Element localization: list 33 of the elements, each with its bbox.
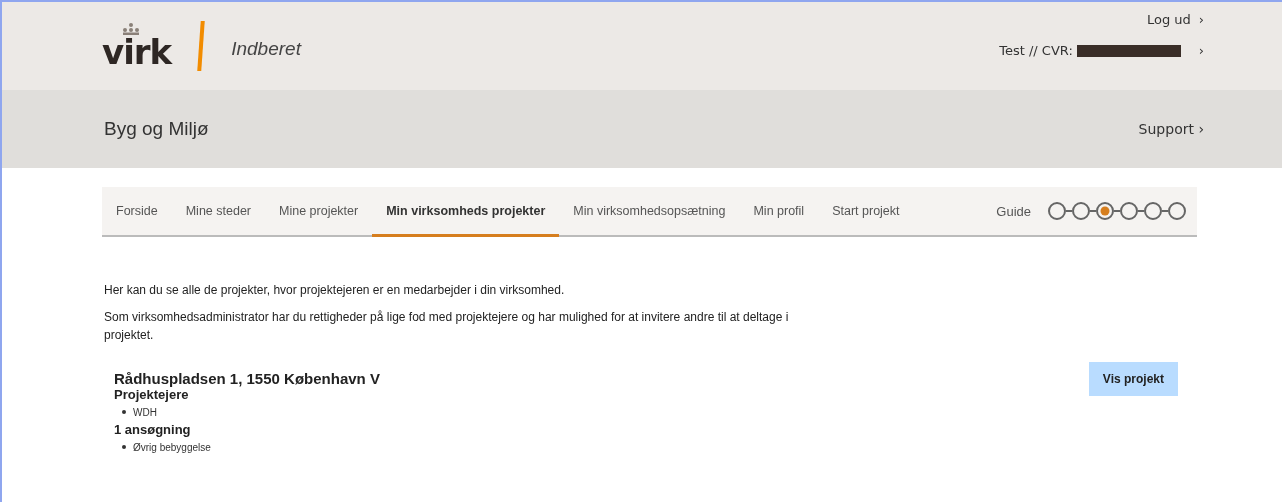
nav-tab[interactable]: Forside — [102, 187, 172, 237]
crown-icon — [120, 23, 142, 35]
owner-name: WDH — [133, 406, 157, 418]
guide-step-icon[interactable] — [1137, 202, 1162, 220]
owners-heading: Projektejere — [114, 387, 190, 402]
logo-text: virk — [102, 35, 172, 69]
project-address: Rådhuspladsen 1, 1550 København V — [114, 370, 380, 387]
nav-tab[interactable]: Mine steder — [171, 187, 265, 237]
chevron-icon: › — [1198, 43, 1204, 58]
guide-step-icon[interactable] — [1048, 202, 1066, 220]
intro-text: Her kan du se alle de projekter, hvor projektejeren er en medarbejder i din virksomhed. — [104, 282, 566, 299]
chevron-icon: › — [1198, 12, 1204, 27]
app-name: Indberet — [231, 38, 301, 60]
logout-link[interactable]: Log ud — [1146, 12, 1191, 27]
section-title: Byg og Miljø — [104, 118, 209, 140]
applications-heading: 1 ansøgning — [114, 422, 192, 437]
bullet-icon — [122, 410, 126, 414]
support-link[interactable]: Support › — [1138, 121, 1204, 137]
user-label[interactable]: Test // CVR: — [999, 43, 1073, 58]
guide-label: Guide — [996, 203, 1031, 219]
guide-step-icon[interactable] — [1089, 202, 1114, 220]
bullet-icon — [122, 445, 126, 449]
nav-tab[interactable]: Min virksomhedsopsætning — [559, 187, 740, 237]
nav-tab[interactable]: Min profil — [739, 187, 819, 237]
intro-text: Som virksomhedsadministrator har du rettigheder på lige fod med projektejere og har mulighed for at invitere andre til at deltage i projektet. — [104, 309, 790, 344]
view-project-button[interactable]: Vis projekt — [1088, 362, 1178, 396]
guide-step-icon[interactable] — [1161, 202, 1186, 220]
nav-tab[interactable]: Mine projekter — [265, 187, 373, 237]
guide-step-icon[interactable] — [1113, 202, 1138, 220]
nav-tab[interactable]: Min virksomheds projekter — [372, 187, 560, 237]
application-name: Øvrig bebyggelse — [133, 441, 211, 453]
nav-tab[interactable]: Start projekt — [818, 187, 914, 237]
guide-step-icon[interactable] — [1065, 202, 1090, 220]
